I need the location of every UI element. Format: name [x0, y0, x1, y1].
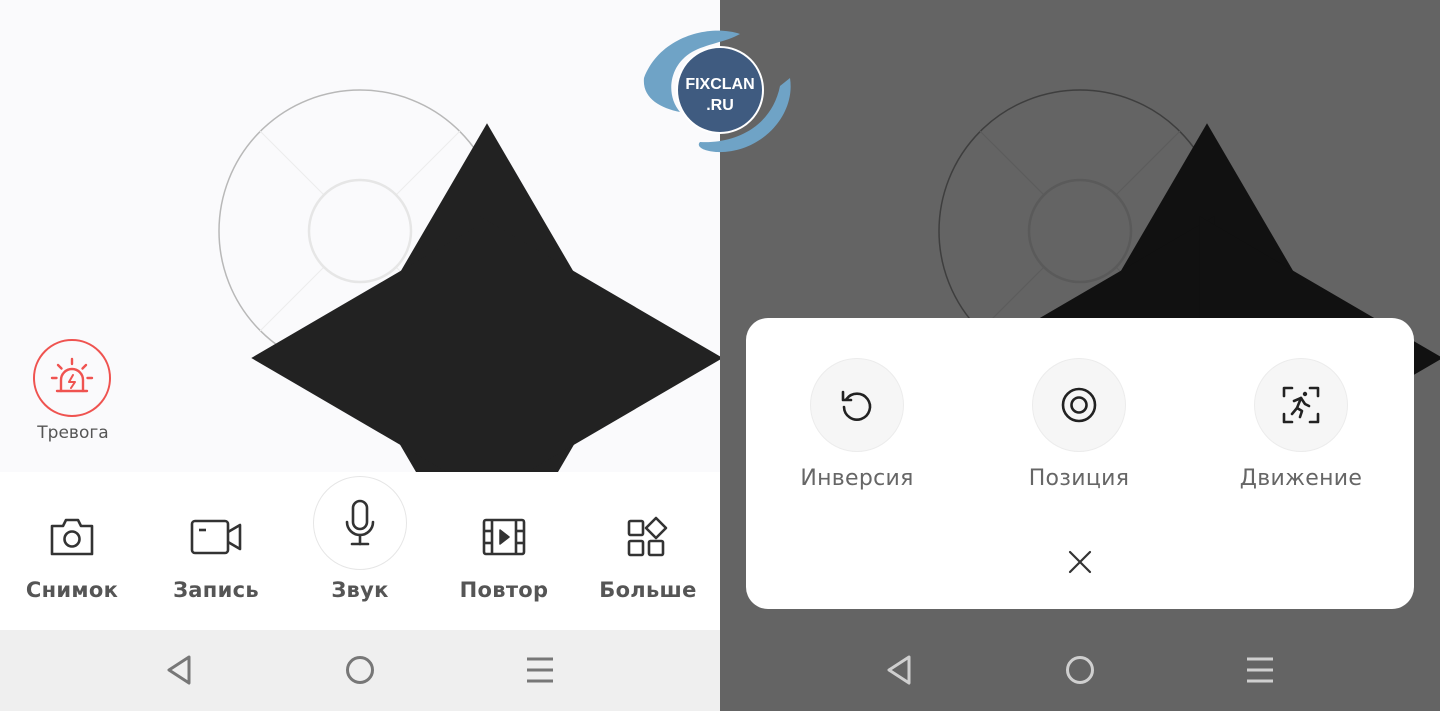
- video-camera-icon: [190, 519, 242, 555]
- logo-line1: FIXCLAN: [685, 76, 755, 93]
- system-nav-bar-dimmed: [720, 630, 1440, 711]
- invert-option[interactable]: Инверсия: [757, 358, 957, 498]
- ptz-dpad[interactable]: [218, 89, 720, 594]
- alarm-label: Тревога: [37, 423, 109, 443]
- more-button[interactable]: Больше: [578, 472, 718, 630]
- film-playback-icon: [482, 518, 526, 556]
- close-icon: [1068, 550, 1092, 574]
- bottom-toolbar: Снимок Запись Звук Повтор Больше: [0, 472, 720, 630]
- dpad-left-button-dimmed: [951, 216, 1215, 500]
- back-triangle-icon: [167, 655, 191, 685]
- ptz-control-screen: Тревога Снимок Запись Звук Повтор Больше: [0, 0, 720, 711]
- snapshot-button[interactable]: Снимок: [2, 472, 142, 630]
- menu-lines-icon: [527, 657, 553, 683]
- close-sheet-button[interactable]: [1065, 547, 1095, 577]
- fixclan-watermark-logo: FIXCLAN .RU: [640, 26, 800, 156]
- sound-button[interactable]: Звук: [290, 472, 430, 630]
- playback-button[interactable]: Повтор: [434, 472, 574, 630]
- system-nav-bar: [0, 630, 720, 711]
- alarm-button[interactable]: [33, 339, 111, 417]
- home-circle-icon: [1066, 656, 1094, 684]
- more-options-sheet: Инверсия Позиция Движение: [746, 318, 1414, 609]
- nav-menu-button[interactable]: [520, 650, 560, 690]
- nav-back-button[interactable]: [879, 650, 919, 690]
- home-circle-icon: [346, 656, 374, 684]
- nav-menu-button[interactable]: [1240, 650, 1280, 690]
- motion-option[interactable]: Движение: [1201, 358, 1401, 498]
- rotate-ccw-icon: [841, 390, 872, 421]
- microphone-icon: [345, 499, 375, 546]
- ptz-control-screen-with-sheet: Инверсия Позиция Движение: [720, 0, 1440, 711]
- motion-detect-icon: [1282, 386, 1320, 424]
- dpad-up-button-dimmed: [1065, 103, 1349, 367]
- more-grid-icon: [627, 516, 668, 557]
- nav-home-button[interactable]: [340, 650, 380, 690]
- dpad-up-button[interactable]: [345, 103, 629, 367]
- dpad-right-button-dimmed: [1179, 216, 1440, 500]
- target-icon: [1061, 387, 1097, 423]
- triangle-right-icon: [479, 216, 720, 500]
- nav-back-button[interactable]: [159, 650, 199, 690]
- nav-home-button[interactable]: [1060, 650, 1100, 690]
- dpad-left-button[interactable]: [231, 216, 495, 500]
- menu-lines-icon: [1247, 657, 1273, 683]
- back-triangle-icon: [887, 655, 911, 685]
- logo-line2: .RU: [706, 97, 734, 114]
- record-button[interactable]: Запись: [146, 472, 286, 630]
- siren-icon: [50, 357, 94, 393]
- camera-icon: [50, 518, 94, 556]
- dpad-center-button[interactable]: [308, 178, 412, 282]
- dpad-right-button[interactable]: [459, 216, 720, 500]
- position-option[interactable]: Позиция: [979, 358, 1179, 498]
